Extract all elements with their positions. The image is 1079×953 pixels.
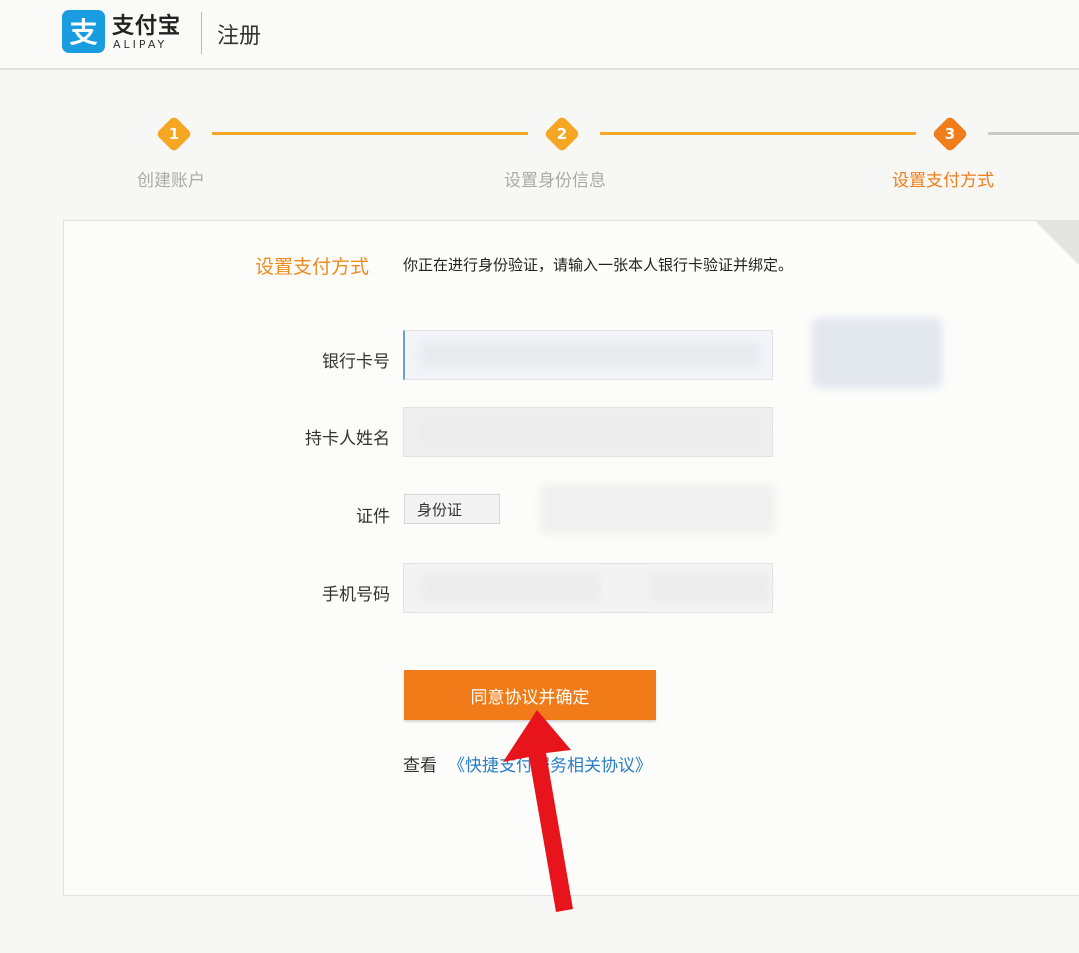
red-arrow-icon <box>503 710 573 912</box>
